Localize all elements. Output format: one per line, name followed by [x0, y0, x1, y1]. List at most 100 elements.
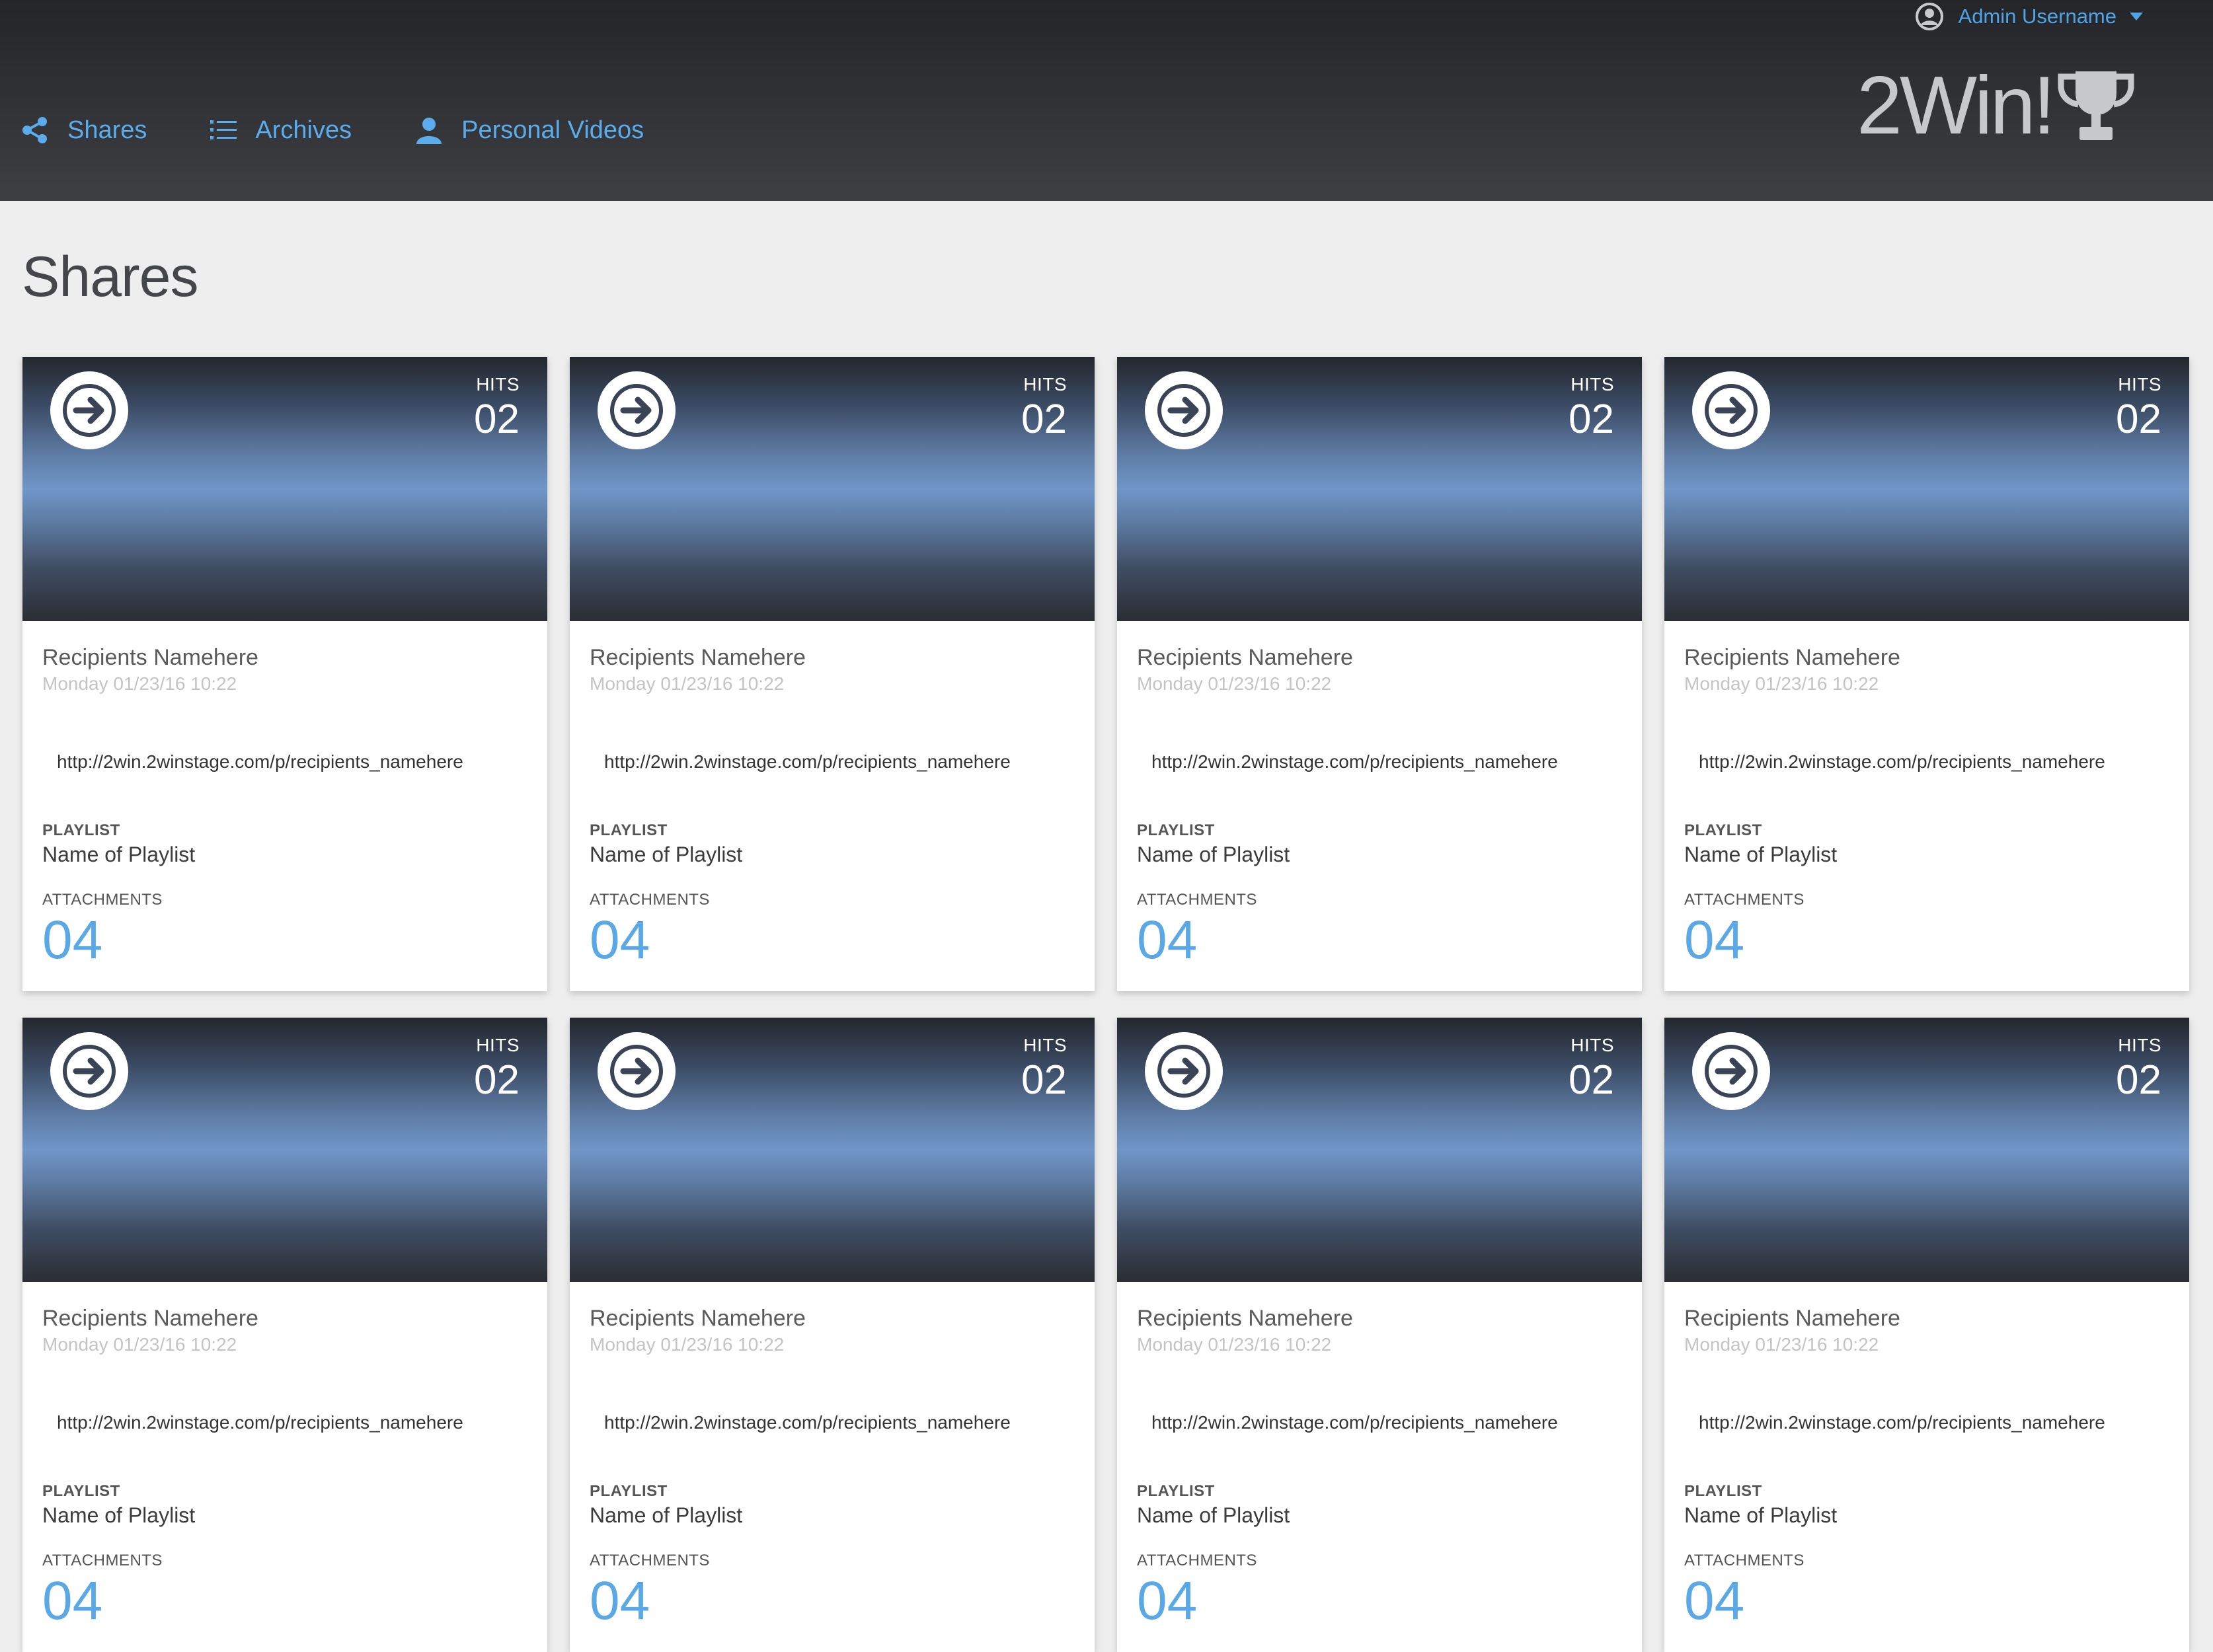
- hits-counter: HITS 02: [474, 1035, 520, 1101]
- share-link[interactable]: http://2win.2winstage.com/p/recipients_n…: [42, 1412, 527, 1433]
- hits-counter: HITS 02: [1569, 1035, 1614, 1101]
- share-link[interactable]: http://2win.2winstage.com/p/recipients_n…: [590, 1412, 1075, 1433]
- arrow-right-icon: [63, 384, 116, 437]
- list-icon: [210, 120, 237, 139]
- share-link[interactable]: http://2win.2winstage.com/p/recipients_n…: [1684, 1412, 2169, 1433]
- open-share-button[interactable]: [1145, 1032, 1223, 1110]
- open-share-button[interactable]: [1692, 371, 1770, 449]
- open-share-button[interactable]: [598, 371, 676, 449]
- share-link[interactable]: http://2win.2winstage.com/p/recipients_n…: [1137, 1412, 1622, 1433]
- share-link[interactable]: http://2win.2winstage.com/p/recipients_n…: [42, 751, 527, 772]
- hits-label: HITS: [1023, 374, 1067, 394]
- hits-label: HITS: [476, 374, 520, 394]
- hits-value: 02: [1569, 396, 1614, 442]
- open-share-button[interactable]: [50, 1032, 128, 1110]
- playlist-name: Name of Playlist: [42, 843, 196, 866]
- arrow-right-icon: [610, 384, 663, 437]
- recipient-name: Recipients Namehere: [42, 645, 258, 670]
- share-card: HITS 02 Recipients Namehere Monday 01/23…: [1664, 357, 2189, 991]
- attachments-label: ATTACHMENTS: [1684, 891, 1805, 909]
- attachments-count: 04: [42, 1571, 103, 1631]
- share-date: Monday 01/23/16 10:22: [590, 673, 785, 694]
- nav-item-label: Shares: [67, 116, 147, 144]
- video-thumbnail: HITS 02: [570, 1018, 1095, 1282]
- playlist-name: Name of Playlist: [42, 1503, 196, 1527]
- share-date: Monday 01/23/16 10:22: [1684, 673, 1879, 694]
- nav-item-archives[interactable]: Archives: [210, 116, 352, 145]
- attachments-label: ATTACHMENTS: [1137, 891, 1257, 909]
- share-date: Monday 01/23/16 10:22: [42, 1334, 237, 1355]
- playlist-label: PLAYLIST: [590, 1482, 668, 1500]
- hits-counter: HITS 02: [1021, 1035, 1067, 1101]
- playlist-name: Name of Playlist: [1137, 1503, 1290, 1527]
- arrow-right-icon: [63, 1045, 116, 1098]
- nav-item-shares[interactable]: Shares: [21, 116, 147, 145]
- brand-logo[interactable]: 2Win!: [1857, 65, 2135, 147]
- hits-value: 02: [2116, 396, 2161, 442]
- video-thumbnail: HITS 02: [570, 357, 1095, 621]
- hits-value: 02: [474, 396, 520, 442]
- share-link[interactable]: http://2win.2winstage.com/p/recipients_n…: [590, 751, 1075, 772]
- hits-value: 02: [474, 1057, 520, 1103]
- playlist-label: PLAYLIST: [1684, 821, 1762, 839]
- share-date: Monday 01/23/16 10:22: [1684, 1334, 1879, 1355]
- user-icon: [416, 118, 442, 144]
- nav-item-personal-videos[interactable]: Personal Videos: [415, 116, 644, 145]
- hits-counter: HITS 02: [474, 374, 520, 440]
- share-card: HITS 02 Recipients Namehere Monday 01/23…: [1664, 1018, 2189, 1652]
- playlist-name: Name of Playlist: [590, 1503, 743, 1527]
- share-date: Monday 01/23/16 10:22: [590, 1334, 785, 1355]
- attachments-count: 04: [590, 1571, 650, 1631]
- attachments-count: 04: [1137, 1571, 1198, 1631]
- open-share-button[interactable]: [598, 1032, 676, 1110]
- share-card: HITS 02 Recipients Namehere Monday 01/23…: [1117, 1018, 1642, 1652]
- recipient-name: Recipients Namehere: [42, 1306, 258, 1331]
- hits-value: 02: [1569, 1057, 1614, 1103]
- hits-label: HITS: [1571, 374, 1614, 394]
- attachments-label: ATTACHMENTS: [42, 1552, 163, 1569]
- playlist-label: PLAYLIST: [1137, 821, 1215, 839]
- page-title: Shares: [22, 245, 198, 309]
- share-link[interactable]: http://2win.2winstage.com/p/recipients_n…: [1137, 751, 1622, 772]
- hits-label: HITS: [1023, 1035, 1067, 1055]
- open-share-button[interactable]: [1692, 1032, 1770, 1110]
- share-card: HITS 02 Recipients Namehere Monday 01/23…: [1117, 357, 1642, 991]
- playlist-name: Name of Playlist: [1137, 843, 1290, 866]
- hits-counter: HITS 02: [2116, 374, 2161, 440]
- hits-counter: HITS 02: [1569, 374, 1614, 440]
- user-menu[interactable]: Admin Username: [1915, 1, 2144, 32]
- share-date: Monday 01/23/16 10:22: [1137, 1334, 1332, 1355]
- share-link[interactable]: http://2win.2winstage.com/p/recipients_n…: [1684, 751, 2169, 772]
- attachments-count: 04: [1137, 910, 1198, 970]
- recipient-name: Recipients Namehere: [1684, 645, 1900, 670]
- video-thumbnail: HITS 02: [22, 357, 547, 621]
- arrow-right-icon: [1705, 384, 1758, 437]
- hits-value: 02: [1021, 396, 1067, 442]
- arrow-right-icon: [1157, 1045, 1210, 1098]
- playlist-name: Name of Playlist: [1684, 1503, 1838, 1527]
- hits-label: HITS: [476, 1035, 520, 1055]
- attachments-label: ATTACHMENTS: [590, 1552, 710, 1569]
- shares-grid: HITS 02 Recipients Namehere Monday 01/23…: [22, 357, 2191, 1652]
- attachments-count: 04: [42, 910, 103, 970]
- arrow-right-icon: [610, 1045, 663, 1098]
- open-share-button[interactable]: [50, 371, 128, 449]
- attachments-count: 04: [1684, 1571, 1745, 1631]
- open-share-button[interactable]: [1145, 371, 1223, 449]
- playlist-label: PLAYLIST: [42, 821, 120, 839]
- recipient-name: Recipients Namehere: [1137, 645, 1353, 670]
- video-thumbnail: HITS 02: [1117, 1018, 1642, 1282]
- share-card: HITS 02 Recipients Namehere Monday 01/23…: [570, 1018, 1095, 1652]
- brand-text: 2Win!: [1857, 60, 2056, 151]
- share-icon: [22, 117, 47, 143]
- recipient-name: Recipients Namehere: [590, 645, 806, 670]
- attachments-label: ATTACHMENTS: [1137, 1552, 1257, 1569]
- hits-label: HITS: [2118, 374, 2161, 394]
- playlist-name: Name of Playlist: [1684, 843, 1838, 866]
- nav-item-label: Archives: [255, 116, 352, 144]
- video-thumbnail: HITS 02: [1664, 357, 2189, 621]
- video-thumbnail: HITS 02: [1117, 357, 1642, 621]
- playlist-name: Name of Playlist: [590, 843, 743, 866]
- hits-label: HITS: [1571, 1035, 1614, 1055]
- playlist-label: PLAYLIST: [42, 1482, 120, 1500]
